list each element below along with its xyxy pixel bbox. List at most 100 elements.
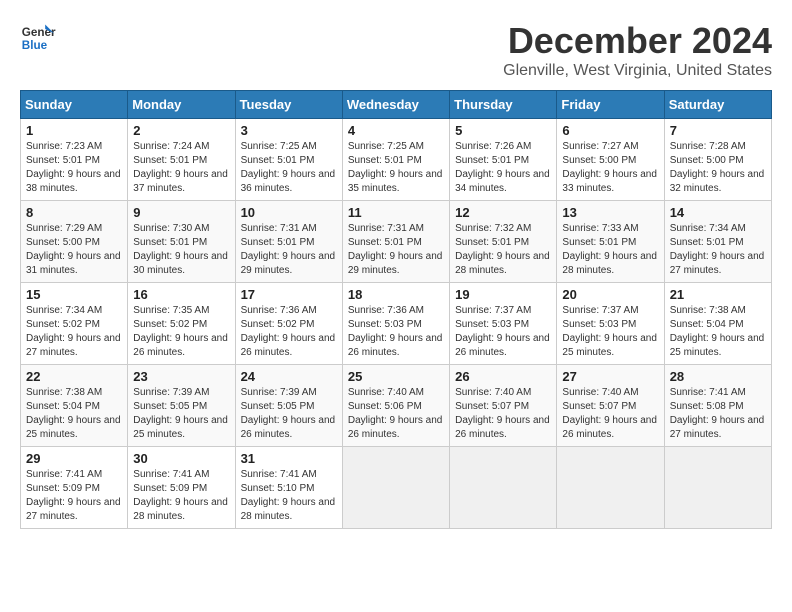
day-number: 18 (348, 287, 444, 302)
day-number: 31 (241, 451, 337, 466)
calendar-cell: 6 Sunrise: 7:27 AM Sunset: 5:00 PM Daylig… (557, 119, 664, 201)
calendar-cell: 30 Sunrise: 7:41 AM Sunset: 5:09 PM Dayli… (128, 447, 235, 529)
calendar-cell: 28Sunrise: 7:41 AM Sunset: 5:08 PM Dayli… (664, 365, 771, 447)
calendar-cell: 10 Sunrise: 7:31 AM Sunset: 5:01 PM Dayli… (235, 201, 342, 283)
day-number: 27 (562, 369, 658, 384)
day-number: 20 (562, 287, 658, 302)
calendar-cell: 20 Sunrise: 7:37 AM Sunset: 5:03 PM Dayli… (557, 283, 664, 365)
calendar-week-row: 1 Sunrise: 7:23 AM Sunset: 5:01 PM Daylig… (21, 119, 772, 201)
day-number: 3 (241, 123, 337, 138)
logo: General Blue (20, 20, 56, 56)
calendar-cell (342, 447, 449, 529)
day-info: Sunrise: 7:38 AM Sunset: 5:04 PM Dayligh… (26, 386, 122, 442)
calendar-cell: 29 Sunrise: 7:41 AM Sunset: 5:09 PM Dayli… (21, 447, 128, 529)
calendar-week-row: 15Sunrise: 7:34 AM Sunset: 5:02 PM Dayli… (21, 283, 772, 365)
day-info: Sunrise: 7:41 AM Sunset: 5:09 PM Dayligh… (133, 468, 229, 524)
day-info: Sunrise: 7:26 AM Sunset: 5:01 PM Dayligh… (455, 140, 551, 196)
calendar-cell: 16 Sunrise: 7:35 AM Sunset: 5:02 PM Dayli… (128, 283, 235, 365)
day-info: Sunrise: 7:24 AM Sunset: 5:01 PM Dayligh… (133, 140, 229, 196)
day-number: 15 (26, 287, 122, 302)
day-number: 11 (348, 205, 444, 220)
day-info: Sunrise: 7:37 AM Sunset: 5:03 PM Dayligh… (455, 304, 551, 360)
calendar-cell: 25 Sunrise: 7:40 AM Sunset: 5:06 PM Dayli… (342, 365, 449, 447)
day-number: 14 (670, 205, 766, 220)
day-number: 28 (670, 369, 766, 384)
day-info: Sunrise: 7:38 AM Sunset: 5:04 PM Dayligh… (670, 304, 766, 360)
day-info: Sunrise: 7:23 AM Sunset: 5:01 PM Dayligh… (26, 140, 122, 196)
calendar-cell: 7 Sunrise: 7:28 AM Sunset: 5:00 PM Daylig… (664, 119, 771, 201)
day-info: Sunrise: 7:39 AM Sunset: 5:05 PM Dayligh… (241, 386, 337, 442)
calendar-cell: 15Sunrise: 7:34 AM Sunset: 5:02 PM Dayli… (21, 283, 128, 365)
calendar-cell: 19 Sunrise: 7:37 AM Sunset: 5:03 PM Dayli… (450, 283, 557, 365)
day-info: Sunrise: 7:28 AM Sunset: 5:00 PM Dayligh… (670, 140, 766, 196)
calendar-cell (450, 447, 557, 529)
calendar-cell: 22 Sunrise: 7:38 AM Sunset: 5:04 PM Dayli… (21, 365, 128, 447)
calendar-cell: 14 Sunrise: 7:34 AM Sunset: 5:01 PM Dayli… (664, 201, 771, 283)
day-info: Sunrise: 7:31 AM Sunset: 5:01 PM Dayligh… (348, 222, 444, 278)
day-number: 12 (455, 205, 551, 220)
col-thursday: Thursday (450, 91, 557, 119)
day-info: Sunrise: 7:36 AM Sunset: 5:02 PM Dayligh… (241, 304, 337, 360)
day-info: Sunrise: 7:31 AM Sunset: 5:01 PM Dayligh… (241, 222, 337, 278)
day-info: Sunrise: 7:32 AM Sunset: 5:01 PM Dayligh… (455, 222, 551, 278)
calendar-week-row: 8 Sunrise: 7:29 AM Sunset: 5:00 PM Daylig… (21, 201, 772, 283)
day-number: 5 (455, 123, 551, 138)
day-number: 21 (670, 287, 766, 302)
calendar-cell: 27Sunrise: 7:40 AM Sunset: 5:07 PM Dayli… (557, 365, 664, 447)
col-wednesday: Wednesday (342, 91, 449, 119)
day-number: 8 (26, 205, 122, 220)
day-info: Sunrise: 7:36 AM Sunset: 5:03 PM Dayligh… (348, 304, 444, 360)
calendar-cell: 13 Sunrise: 7:33 AM Sunset: 5:01 PM Dayli… (557, 201, 664, 283)
calendar-week-row: 22 Sunrise: 7:38 AM Sunset: 5:04 PM Dayli… (21, 365, 772, 447)
calendar-cell: 11 Sunrise: 7:31 AM Sunset: 5:01 PM Dayli… (342, 201, 449, 283)
calendar-cell: 9Sunrise: 7:30 AM Sunset: 5:01 PM Daylig… (128, 201, 235, 283)
col-tuesday: Tuesday (235, 91, 342, 119)
calendar-cell: 26Sunrise: 7:40 AM Sunset: 5:07 PM Dayli… (450, 365, 557, 447)
day-info: Sunrise: 7:35 AM Sunset: 5:02 PM Dayligh… (133, 304, 229, 360)
day-number: 4 (348, 123, 444, 138)
page-header: General Blue December 2024 Glenville, We… (20, 20, 772, 80)
calendar-cell: 18 Sunrise: 7:36 AM Sunset: 5:03 PM Dayli… (342, 283, 449, 365)
day-number: 17 (241, 287, 337, 302)
day-number: 13 (562, 205, 658, 220)
calendar-cell: 23Sunrise: 7:39 AM Sunset: 5:05 PM Dayli… (128, 365, 235, 447)
col-monday: Monday (128, 91, 235, 119)
day-info: Sunrise: 7:37 AM Sunset: 5:03 PM Dayligh… (562, 304, 658, 360)
svg-text:Blue: Blue (22, 39, 48, 52)
day-number: 7 (670, 123, 766, 138)
day-number: 30 (133, 451, 229, 466)
calendar-cell: 31Sunrise: 7:41 AM Sunset: 5:10 PM Dayli… (235, 447, 342, 529)
day-info: Sunrise: 7:40 AM Sunset: 5:06 PM Dayligh… (348, 386, 444, 442)
calendar-cell: 24Sunrise: 7:39 AM Sunset: 5:05 PM Dayli… (235, 365, 342, 447)
logo-icon: General Blue (20, 20, 56, 56)
day-number: 29 (26, 451, 122, 466)
day-number: 10 (241, 205, 337, 220)
col-sunday: Sunday (21, 91, 128, 119)
day-info: Sunrise: 7:34 AM Sunset: 5:01 PM Dayligh… (670, 222, 766, 278)
day-info: Sunrise: 7:25 AM Sunset: 5:01 PM Dayligh… (241, 140, 337, 196)
day-number: 9 (133, 205, 229, 220)
col-friday: Friday (557, 91, 664, 119)
calendar-cell (557, 447, 664, 529)
calendar-table: Sunday Monday Tuesday Wednesday Thursday… (20, 90, 772, 529)
day-info: Sunrise: 7:29 AM Sunset: 5:00 PM Dayligh… (26, 222, 122, 278)
day-number: 26 (455, 369, 551, 384)
day-number: 25 (348, 369, 444, 384)
calendar-cell: 4 Sunrise: 7:25 AM Sunset: 5:01 PM Daylig… (342, 119, 449, 201)
day-number: 6 (562, 123, 658, 138)
day-number: 22 (26, 369, 122, 384)
day-number: 23 (133, 369, 229, 384)
day-number: 19 (455, 287, 551, 302)
svg-text:General: General (22, 26, 56, 39)
calendar-cell: 17 Sunrise: 7:36 AM Sunset: 5:02 PM Dayli… (235, 283, 342, 365)
day-info: Sunrise: 7:41 AM Sunset: 5:09 PM Dayligh… (26, 468, 122, 524)
location-title: Glenville, West Virginia, United States (503, 62, 772, 80)
calendar-header-row: Sunday Monday Tuesday Wednesday Thursday… (21, 91, 772, 119)
day-info: Sunrise: 7:33 AM Sunset: 5:01 PM Dayligh… (562, 222, 658, 278)
month-title: December 2024 (503, 20, 772, 62)
day-info: Sunrise: 7:27 AM Sunset: 5:00 PM Dayligh… (562, 140, 658, 196)
day-number: 1 (26, 123, 122, 138)
day-info: Sunrise: 7:25 AM Sunset: 5:01 PM Dayligh… (348, 140, 444, 196)
day-number: 16 (133, 287, 229, 302)
col-saturday: Saturday (664, 91, 771, 119)
